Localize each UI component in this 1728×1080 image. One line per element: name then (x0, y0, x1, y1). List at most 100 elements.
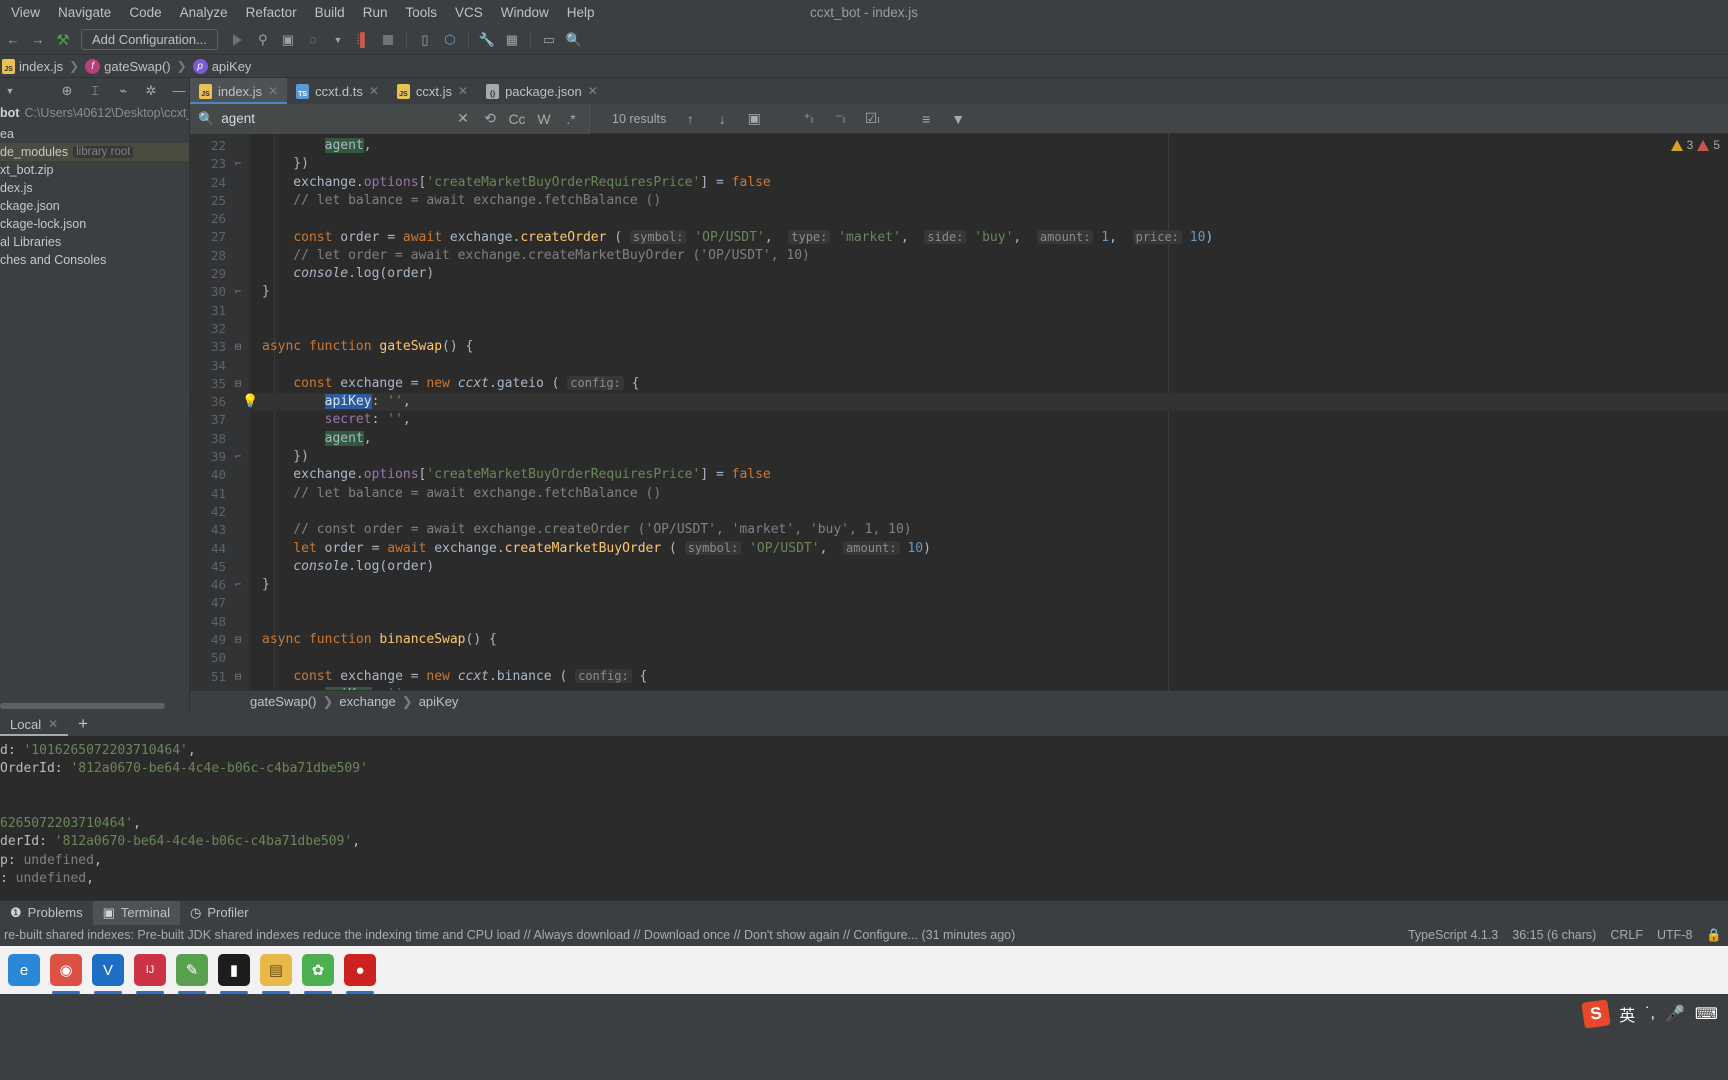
close-icon[interactable]: ✕ (458, 84, 468, 98)
close-icon[interactable]: ✕ (588, 84, 598, 98)
find-previous-icon[interactable]: ↑ (680, 111, 700, 127)
whole-words-toggle[interactable]: W (534, 111, 554, 127)
code-line[interactable]: 52 apiKey: '', (190, 686, 1728, 690)
device-manager-icon[interactable]: ▯ (414, 29, 436, 51)
code-line[interactable]: 32 (190, 320, 1728, 338)
code-line[interactable]: 48 (190, 613, 1728, 631)
run-with-coverage-icon[interactable]: ▣ (277, 29, 299, 51)
wechat-icon[interactable]: ✿ (302, 954, 334, 994)
code-line[interactable]: 29 console.log(order) (190, 265, 1728, 283)
code-line[interactable]: 43 // const order = await exchange.creat… (190, 521, 1728, 539)
chevron-down-icon[interactable]: ▼ (327, 29, 349, 51)
lock-icon[interactable]: 🔒 (1706, 928, 1722, 943)
fold-marker-icon[interactable]: ⊟ (226, 338, 250, 356)
find-next-icon[interactable]: ↓ (712, 111, 732, 127)
open-in-find-window-icon[interactable]: ≡ (916, 111, 936, 127)
code-line[interactable]: 46 ⌐} (190, 576, 1728, 594)
tree-item-zip[interactable]: xt_bot.zip (0, 161, 189, 179)
menu-item-code[interactable]: Code (120, 2, 170, 23)
build-hammer-icon[interactable]: ⚒ (52, 29, 74, 51)
terminal-tab-local[interactable]: Local ✕ (0, 712, 69, 736)
code-line[interactable]: 42 (190, 503, 1728, 521)
tree-item-index-js[interactable]: dex.js (0, 179, 189, 197)
menu-item-vcs[interactable]: VCS (446, 2, 492, 23)
tree-item-package-json[interactable]: ckage.json (0, 197, 189, 215)
bottom-tab-profiler[interactable]: ◷ Profiler (180, 901, 259, 925)
code-line[interactable]: 38 agent, (190, 430, 1728, 448)
menu-item-run[interactable]: Run (354, 2, 397, 23)
code-line[interactable]: 22 agent, (190, 137, 1728, 155)
search-input[interactable]: 🔍 agent ✕ ⟲ Cc W .* (190, 103, 590, 134)
terminal-output[interactable]: d: '1016265072203710464', OrderId: '812a0… (0, 736, 1728, 900)
code-line[interactable]: 37 secret: '', (190, 411, 1728, 429)
terminal-toggle-icon[interactable]: ▭ (538, 29, 560, 51)
caret-position[interactable]: 36:15 (6 chars) (1512, 928, 1596, 942)
settings-gear-icon[interactable]: ✲ (141, 83, 161, 99)
intellij-icon[interactable]: IJ (134, 954, 166, 994)
menu-item-help[interactable]: Help (558, 2, 604, 23)
sogou-input-icon[interactable]: S (1581, 999, 1611, 1029)
close-icon[interactable]: ✕ (268, 84, 278, 98)
fold-marker-icon[interactable]: ⊟ (226, 631, 250, 649)
fold-marker-icon[interactable]: ⊟ (226, 375, 250, 393)
ime-language-label[interactable]: 英 (1619, 1002, 1635, 1026)
close-icon[interactable]: ✕ (369, 84, 379, 98)
notepad-icon[interactable]: ✎ (176, 954, 208, 994)
code-line[interactable]: 47 (190, 594, 1728, 612)
code-line[interactable]: 28 // let order = await exchange.createM… (190, 247, 1728, 265)
sidebar-horizontal-scrollbar[interactable] (0, 703, 165, 709)
ime-punctuation-icon[interactable]: ˙, (1645, 1005, 1655, 1023)
explorer-icon[interactable]: ▤ (260, 954, 292, 994)
tree-item-external-libraries[interactable]: al Libraries (0, 233, 189, 251)
back-arrow-icon[interactable]: ← (2, 29, 24, 51)
code-line[interactable]: 34 (190, 357, 1728, 375)
tree-item-package-lock-json[interactable]: ckage-lock.json (0, 215, 189, 233)
fold-marker-icon[interactable]: ⌐ (226, 155, 250, 173)
tree-item-idea[interactable]: ea (0, 125, 189, 143)
search-history-icon[interactable]: ⟲ (480, 110, 500, 127)
code-line[interactable]: 50 (190, 649, 1728, 667)
typescript-version[interactable]: TypeScript 4.1.3 (1408, 928, 1498, 942)
profile-icon[interactable]: ◌ (302, 29, 324, 51)
menu-item-navigate[interactable]: Navigate (49, 2, 120, 23)
fold-marker-icon[interactable]: ⌐ (226, 576, 250, 594)
navbar-property[interactable]: p apiKey (191, 58, 254, 74)
remove-line-icon[interactable]: ⁻ₗ (830, 110, 850, 127)
intention-bulb-icon[interactable]: 💡 (242, 393, 258, 411)
expand-all-icon[interactable]: ⌶ (85, 83, 105, 99)
select-opened-file-icon[interactable]: ⊕ (57, 83, 77, 99)
bottom-tab-terminal[interactable]: ▣ Terminal (92, 900, 180, 925)
code-line[interactable]: 31 (190, 302, 1728, 320)
tab-package-json[interactable]: {} package.json ✕ (477, 78, 607, 104)
collapse-all-icon[interactable]: ⌁ (113, 83, 133, 99)
tab-ccxt-d-ts[interactable]: TS ccxt.d.ts ✕ (287, 78, 388, 104)
tab-ccxt-js[interactable]: JS ccxt.js ✕ (387, 78, 478, 104)
fold-marker-icon[interactable]: ⌐ (226, 283, 250, 301)
chevron-down-icon[interactable]: ▼ (0, 86, 20, 96)
menu-item-refactor[interactable]: Refactor (237, 2, 306, 23)
breadcrumb-property[interactable]: apiKey (419, 694, 459, 709)
filter-icon[interactable]: ▼ (948, 111, 968, 127)
navbar-file[interactable]: JS index.js (0, 58, 65, 74)
code-line[interactable]: 36 💡 apiKey: '', (190, 393, 1728, 412)
menu-item-tools[interactable]: Tools (396, 2, 446, 23)
keyboard-icon[interactable]: ⌨ (1695, 1004, 1718, 1024)
microphone-icon[interactable]: 🎤 (1665, 1004, 1685, 1024)
stop-gutter-icon[interactable]: ⁞▌ (352, 29, 374, 51)
clear-search-icon[interactable]: ✕ (453, 110, 473, 127)
navbar-function[interactable]: f gateSwap() (83, 58, 172, 74)
code-line[interactable]: 41 // let balance = await exchange.fetch… (190, 485, 1728, 503)
code-editor[interactable]: 3 5 22 agent, 23 ⌐ }) 24 exchange.options['… (190, 104, 1728, 690)
code-line[interactable]: 45 console.log(order) (190, 558, 1728, 576)
code-line[interactable]: 44 let order = await exchange.createMark… (190, 540, 1728, 558)
search-everywhere-icon[interactable]: 🔍 (563, 29, 585, 51)
tree-item-scratches-consoles[interactable]: ches and Consoles (0, 251, 189, 269)
forward-arrow-icon[interactable]: → (27, 29, 49, 51)
match-case-toggle[interactable]: Cc (507, 111, 527, 127)
code-line[interactable]: 35 ⊟ const exchange = new ccxt.gateio ( c… (190, 375, 1728, 393)
status-message[interactable]: re-built shared indexes: Pre-built JDK s… (4, 928, 1015, 942)
fold-marker-icon[interactable]: ⌐ (226, 448, 250, 466)
code-line[interactable]: 39 ⌐ }) (190, 448, 1728, 466)
code-line[interactable]: 40 exchange.options['createMarketBuyOrde… (190, 466, 1728, 484)
project-structure-icon[interactable]: ▦ (501, 29, 523, 51)
